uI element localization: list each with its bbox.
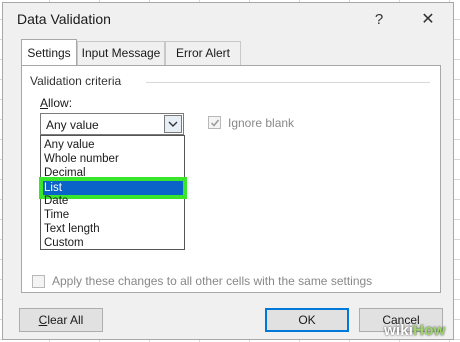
allow-label: Allow: bbox=[40, 96, 72, 110]
validation-criteria-label: Validation criteria bbox=[30, 74, 122, 88]
tab-settings-label: Settings bbox=[27, 46, 71, 60]
settings-panel: Validation criteria Allow: Any value Ign… bbox=[21, 65, 441, 293]
help-button[interactable]: ? bbox=[369, 9, 389, 31]
dialog-titlebar: Data Validation ? ✕ bbox=[3, 3, 453, 37]
apply-all-checkbox[interactable] bbox=[32, 275, 45, 288]
dropdown-arrow-button[interactable] bbox=[164, 115, 182, 133]
wikihow-watermark: wikiHow bbox=[384, 322, 445, 339]
ignore-blank-label: Ignore blank bbox=[228, 116, 295, 130]
chevron-down-icon bbox=[168, 121, 178, 127]
option-date[interactable]: Date bbox=[43, 194, 183, 208]
ok-button[interactable]: OK bbox=[265, 308, 349, 332]
tab-input-message[interactable]: Input Message bbox=[77, 41, 165, 65]
allow-select[interactable]: Any value bbox=[40, 113, 184, 135]
allow-options-list: Any value Whole number Decimal List Date… bbox=[39, 135, 187, 250]
dialog-title: Data Validation bbox=[17, 11, 111, 27]
option-text-length[interactable]: Text length bbox=[43, 222, 183, 236]
checkmark-icon bbox=[210, 119, 220, 127]
option-decimal[interactable]: Decimal bbox=[43, 166, 183, 180]
option-list[interactable]: List bbox=[39, 177, 187, 199]
option-time[interactable]: Time bbox=[43, 208, 183, 222]
data-validation-dialog: Data Validation ? ✕ Settings Input Messa… bbox=[2, 2, 454, 340]
option-custom[interactable]: Custom bbox=[43, 236, 183, 250]
allow-label-hotkey: A bbox=[40, 96, 49, 110]
close-button[interactable]: ✕ bbox=[415, 9, 441, 31]
tab-input-message-label: Input Message bbox=[81, 46, 161, 60]
clear-all-hotkey: C bbox=[38, 313, 48, 327]
clear-all-text: lear All bbox=[47, 313, 84, 327]
tab-error-alert-label: Error Alert bbox=[175, 46, 230, 60]
watermark-how: How bbox=[413, 322, 446, 339]
clear-all-button[interactable]: Clear All bbox=[19, 308, 103, 332]
option-any-value[interactable]: Any value bbox=[43, 138, 183, 152]
ignore-blank-checkbox[interactable] bbox=[208, 116, 221, 129]
watermark-wiki: wiki bbox=[384, 322, 414, 339]
tab-settings[interactable]: Settings bbox=[21, 39, 77, 65]
apply-all-label: Apply these changes to all other cells w… bbox=[52, 274, 373, 288]
allow-select-value: Any value bbox=[46, 118, 99, 132]
allow-label-text: llow: bbox=[48, 96, 73, 110]
section-divider bbox=[146, 82, 430, 83]
tab-error-alert[interactable]: Error Alert bbox=[165, 41, 241, 65]
option-whole-number[interactable]: Whole number bbox=[43, 152, 183, 166]
